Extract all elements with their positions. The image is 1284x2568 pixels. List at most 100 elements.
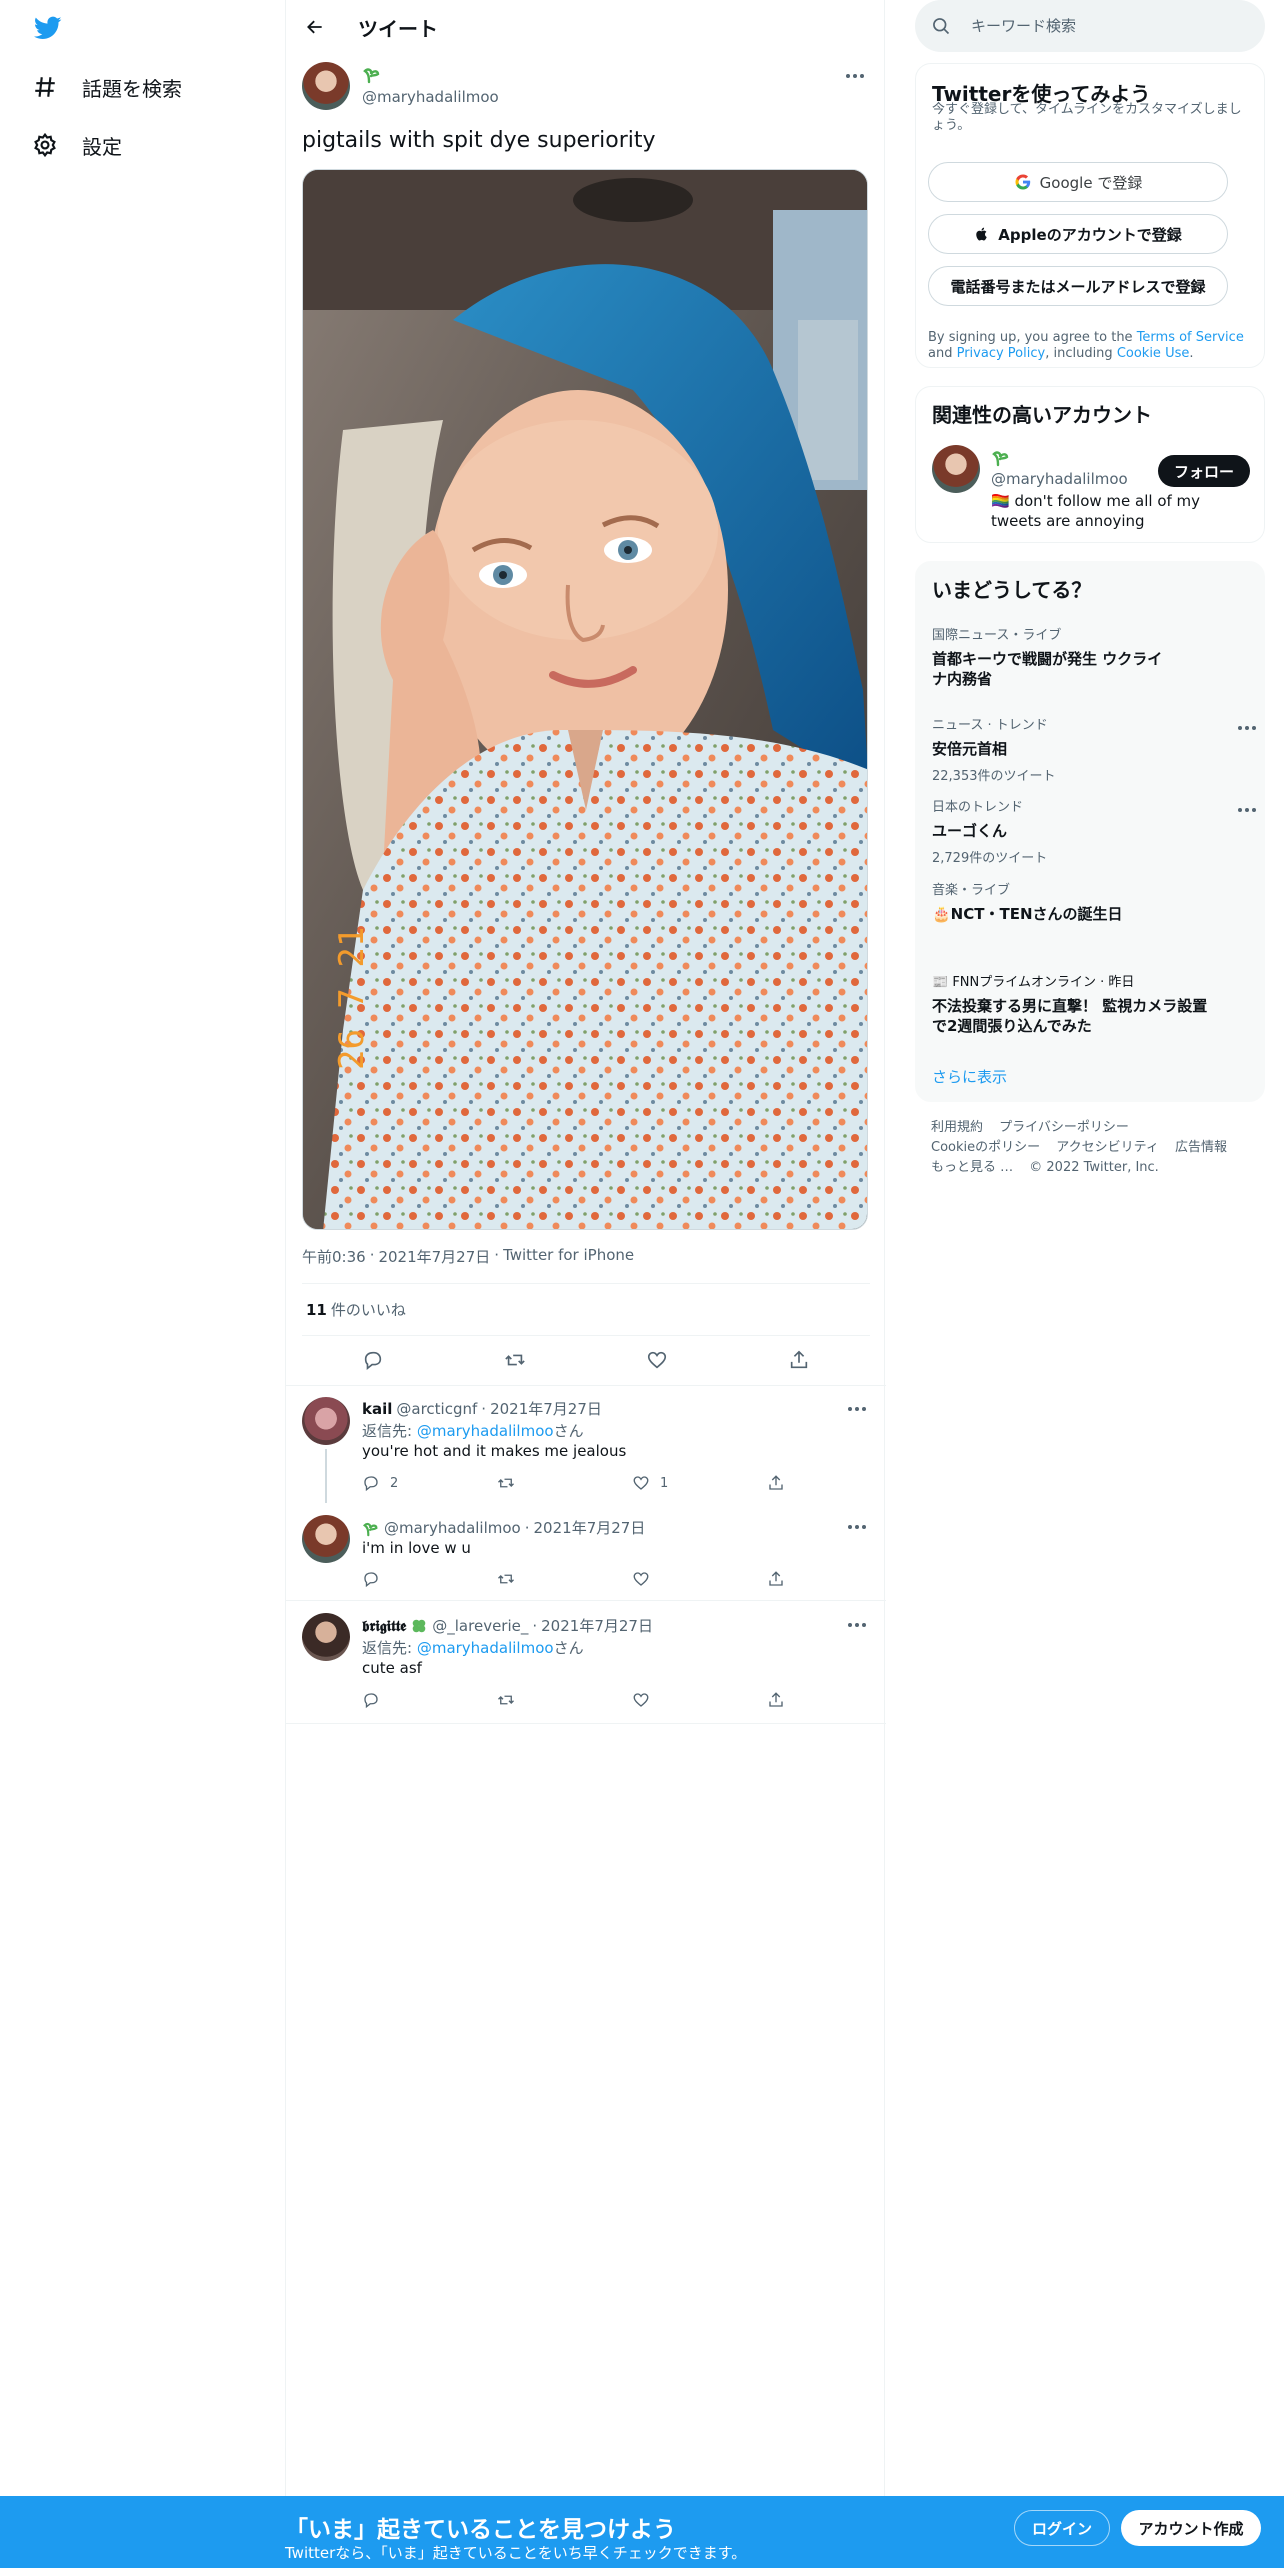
more-options-button[interactable] (842, 1517, 872, 1537)
author-avatar[interactable] (302, 62, 350, 110)
phone-email-signup-label: 電話番号またはメールアドレスで登録 (950, 277, 1206, 296)
tweet-time[interactable]: 午前0:36 (302, 1246, 366, 1267)
back-button[interactable] (300, 12, 330, 42)
footer-link[interactable]: アクセシビリティ (1056, 1140, 1159, 1155)
reply-date[interactable]: 2021年7月27日 (541, 1615, 653, 1636)
trend-topic: 安倍元首相 (932, 740, 1008, 758)
trend-count: 2,729件のツイート (932, 851, 1048, 866)
like-button[interactable] (640, 1343, 674, 1377)
trend-item[interactable]: 音楽・ライブ 🎂NCT・TENさんの誕生日 (932, 879, 1252, 924)
reply-icon (364, 1693, 378, 1709)
reply-button[interactable] (362, 1567, 442, 1591)
author-handle[interactable]: @maryhadalilmoo (362, 88, 499, 106)
like-button[interactable] (632, 1688, 712, 1712)
twitter-logo-icon[interactable] (32, 14, 64, 42)
nav-settings[interactable]: 設定 (32, 125, 122, 165)
related-title: 関連性の高いアカウント (932, 403, 1152, 427)
trend-count: 22,353件のツイート (932, 769, 1056, 784)
reply-actions (362, 1688, 787, 1712)
retweet-icon (498, 1695, 514, 1705)
reply-button[interactable] (362, 1688, 442, 1712)
search-input[interactable] (971, 14, 1241, 38)
share-button[interactable] (767, 1567, 787, 1591)
cookie-use-link[interactable]: Cookie Use (1117, 346, 1190, 361)
signup-card: Twitterを使ってみよう 今すぐ登録して、タイムラインをカスタマイズしましょ… (915, 63, 1265, 368)
share-button[interactable] (782, 1343, 816, 1377)
phone-email-signup-button[interactable]: 電話番号またはメールアドレスで登録 (928, 266, 1228, 306)
footer-link[interactable]: 利用規約 (931, 1120, 983, 1135)
replying-to-suffix: さん (553, 1639, 584, 1657)
replying-to: 返信先: @maryhadalilmooさん (362, 1420, 584, 1441)
related-avatar[interactable] (932, 445, 980, 493)
trend-more-button[interactable] (1232, 800, 1262, 820)
replying-to-prefix: 返信先: (362, 1422, 417, 1440)
trend-item[interactable]: ニュース · トレンド 安倍元首相 22,353件のツイート (932, 714, 1256, 784)
apple-signup-button[interactable]: Appleのアカウントで登録 (928, 214, 1228, 254)
reply-button[interactable]: 2 (362, 1471, 442, 1495)
meta-dot: · (481, 1399, 487, 1418)
retweet-button[interactable] (497, 1688, 577, 1712)
tweet-photo[interactable]: 26 7 21 (302, 169, 868, 1230)
more-options-button[interactable] (842, 1615, 872, 1635)
terms-text: and (928, 346, 957, 361)
trend-more-button[interactable] (1232, 718, 1262, 738)
trends-card: いまどうしてる？ 国際ニュース・ライブ 首都キーウで戦闘が発生 ウクライナ内務省… (915, 561, 1265, 1102)
reply-avatar[interactable] (302, 1613, 350, 1661)
reply-avatar[interactable] (302, 1397, 350, 1445)
more-options-button[interactable] (842, 1399, 872, 1419)
footer-link[interactable]: 広告情報 (1175, 1140, 1227, 1155)
sprout-emoji-icon (992, 451, 1009, 467)
trend-item[interactable]: 📰 FNNプライムオンライン · 昨日 不法投棄する男に直撃！ 監視カメラ設置で… (932, 971, 1252, 1036)
reply-handle[interactable]: @maryhadalilmoo (384, 1519, 521, 1537)
like-button[interactable]: 1 (632, 1471, 712, 1495)
nav-explore[interactable]: 話題を検索 (32, 67, 182, 107)
reply-handle[interactable]: @arcticgnf (396, 1400, 477, 1418)
replying-to-link[interactable]: @maryhadalilmoo (417, 1422, 554, 1440)
reply-date[interactable]: 2021年7月27日 (534, 1517, 646, 1538)
follow-button[interactable]: フォロー (1158, 455, 1250, 487)
reply-tweet[interactable]: kail @arcticgnf · 2021年7月27日 返信先: @maryh… (286, 1385, 886, 1503)
reply-actions (362, 1567, 787, 1591)
google-signup-button[interactable]: Google で登録 (928, 162, 1228, 202)
reply-name[interactable]: kail (362, 1400, 392, 1418)
trend-item[interactable]: 日本のトレンド ユーゴくん 2,729件のツイート (932, 796, 1256, 866)
trends-title: いまどうしてる？ (932, 578, 1092, 602)
share-button[interactable] (767, 1688, 787, 1712)
show-more-link[interactable]: さらに表示 (932, 1066, 1007, 1087)
reply-tweet[interactable]: 𝖇𝖗𝖎𝖌𝖎𝖙𝖙𝖊 @_lareverie_ · 2021年7月27日 返信先: … (286, 1601, 886, 1723)
share-button[interactable] (767, 1471, 787, 1495)
terms-of-service-link[interactable]: Terms of Service (1137, 330, 1244, 345)
main-column: ツイート @maryhadalilmoo pigtails with spit … (285, 0, 886, 2496)
retweet-icon (498, 1574, 514, 1584)
tweet-date[interactable]: 2021年7月27日 (378, 1246, 490, 1267)
apple-logo-icon (976, 227, 987, 241)
footer-link[interactable]: Cookieのポリシー (931, 1140, 1040, 1155)
retweet-button[interactable] (498, 1343, 532, 1377)
sprout-emoji-icon (363, 68, 380, 84)
login-button[interactable]: ログイン (1014, 2510, 1110, 2546)
create-account-button[interactable]: アカウント作成 (1121, 2510, 1261, 2546)
footer-link[interactable]: プライバシーポリシー (999, 1120, 1129, 1135)
reply-date[interactable]: 2021年7月27日 (490, 1398, 602, 1419)
search-bar[interactable] (915, 0, 1265, 52)
divider (302, 1283, 870, 1284)
trend-item[interactable]: 国際ニュース・ライブ 首都キーウで戦闘が発生 ウクライナ内務省 (932, 624, 1252, 689)
privacy-policy-link[interactable]: Privacy Policy (957, 346, 1046, 361)
like-button[interactable] (632, 1567, 712, 1591)
retweet-button[interactable] (497, 1471, 577, 1495)
footer-link[interactable]: もっと見る … (931, 1160, 1013, 1175)
reply-button[interactable] (356, 1343, 390, 1377)
tweet-source[interactable]: Twitter for iPhone (503, 1246, 634, 1267)
replying-to-link[interactable]: @maryhadalilmoo (417, 1639, 554, 1657)
reply-name[interactable]: 𝖇𝖗𝖎𝖌𝖎𝖙𝖙𝖊 (362, 1617, 406, 1635)
reply-tweet[interactable]: @maryhadalilmoo · 2021年7月27日 i'm in love… (286, 1503, 886, 1600)
reply-avatar[interactable] (302, 1515, 350, 1563)
related-handle[interactable]: @maryhadalilmoo (991, 470, 1128, 488)
retweet-button[interactable] (497, 1567, 577, 1591)
search-icon (933, 18, 950, 35)
reply-handle[interactable]: @_lareverie_ (432, 1617, 528, 1635)
signup-subtitle: 今すぐ登録して、タイムラインをカスタマイズしましょう。 (932, 102, 1242, 133)
likes-count[interactable]: 11 件のいいね (306, 1299, 406, 1320)
more-options-button[interactable] (840, 66, 870, 86)
replying-to-prefix: 返信先: (362, 1639, 417, 1657)
